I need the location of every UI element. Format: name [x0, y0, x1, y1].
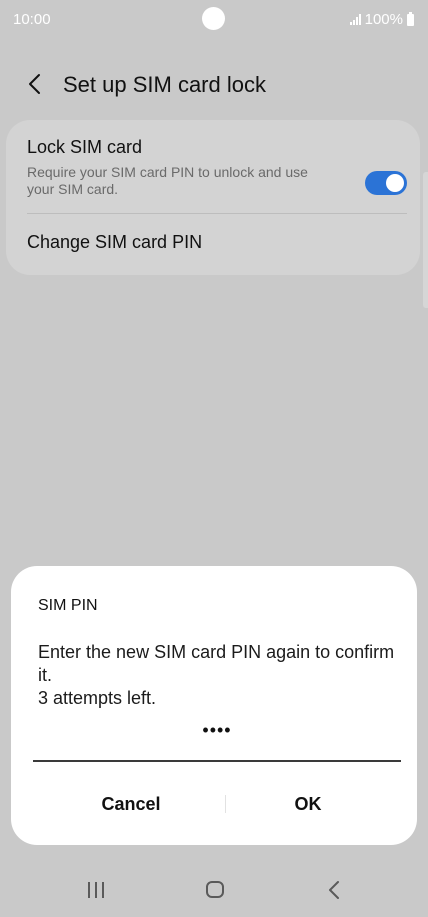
- home-icon[interactable]: [206, 881, 224, 898]
- settings-card: Lock SIM card Require your SIM card PIN …: [6, 120, 420, 275]
- status-indicators: 100%: [349, 11, 414, 28]
- lock-sim-card-row[interactable]: Lock SIM card Require your SIM card PIN …: [27, 137, 407, 207]
- dialog-title: SIM PIN: [38, 597, 98, 614]
- status-bar: 10:00 100%: [0, 0, 428, 38]
- pin-underline: [33, 760, 401, 762]
- lock-sim-card-description: Require your SIM card PIN to unlock and …: [27, 164, 308, 197]
- status-time: 10:00: [13, 11, 51, 28]
- navigation-bar: [0, 862, 428, 917]
- lock-sim-card-toggle[interactable]: [365, 171, 407, 195]
- pin-input[interactable]: ••••: [33, 716, 401, 762]
- sim-pin-dialog: SIM PIN Enter the new SIM card PIN again…: [11, 566, 417, 845]
- ok-button[interactable]: OK: [213, 784, 403, 824]
- cancel-button[interactable]: Cancel: [36, 784, 226, 824]
- dialog-instruction: Enter the new SIM card PIN again to conf…: [38, 642, 395, 685]
- lock-sim-card-title: Lock SIM card: [27, 137, 143, 157]
- divider: [27, 213, 407, 214]
- edge-panel-handle[interactable]: [423, 172, 428, 308]
- battery-level: 100%: [364, 11, 403, 28]
- page-title: Set up SIM card lock: [63, 72, 266, 97]
- back-icon[interactable]: [328, 880, 340, 900]
- battery-icon: [407, 11, 414, 26]
- recent-apps-icon[interactable]: [88, 882, 104, 898]
- header: Set up SIM card lock: [0, 62, 428, 106]
- change-sim-pin-row[interactable]: Change SIM card PIN: [27, 232, 202, 253]
- camera-cutout: [202, 7, 225, 30]
- toggle-knob: [384, 172, 406, 194]
- screen: 10:00 100% Set up SIM card lock Lock SIM…: [0, 0, 428, 917]
- signal-icon: [349, 14, 361, 25]
- pin-value: ••••: [202, 720, 232, 740]
- attempts-left: 3 attempts left.: [38, 688, 157, 708]
- dialog-message: Enter the new SIM card PIN again to conf…: [38, 641, 398, 710]
- chevron-left-icon[interactable]: [26, 72, 44, 96]
